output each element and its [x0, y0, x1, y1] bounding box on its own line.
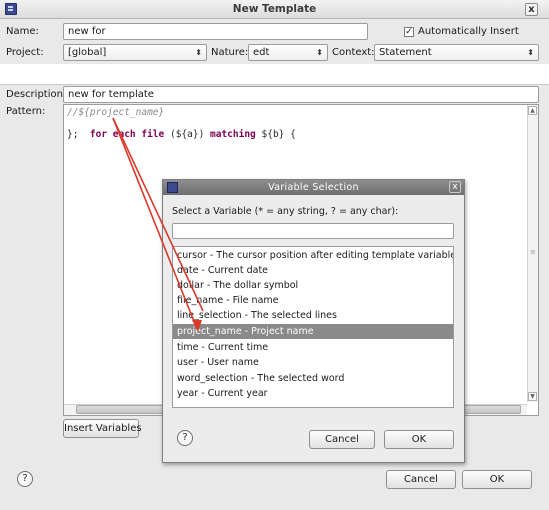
list-item[interactable]: date - Current date [173, 263, 453, 278]
nature-label: Nature: [211, 47, 249, 58]
name-field[interactable]: new for [63, 23, 368, 40]
pattern-matching-keyword: matching [204, 129, 256, 140]
window-title: New Template [232, 3, 317, 15]
pattern-comment-line: //${project_name} [67, 107, 165, 118]
separator-line [0, 84, 549, 85]
pattern-label: Pattern: [6, 106, 46, 117]
cancel-button[interactable]: Cancel [386, 470, 456, 489]
nature-dropdown[interactable]: edt ⬍ [248, 44, 328, 61]
dialog-prompt: Select a Variable (* = any string, ? = a… [172, 206, 399, 217]
project-label: Project: [6, 47, 44, 58]
list-item[interactable]: line_selection - The selected lines [173, 308, 453, 323]
list-item[interactable]: file_name - File name [173, 293, 453, 308]
section-divider [0, 64, 549, 84]
scroll-up-arrow-icon[interactable]: ▲ [528, 106, 537, 115]
help-icon[interactable]: ? [17, 471, 33, 487]
list-item[interactable]: time - Current time [173, 340, 453, 355]
pattern-closing-line: }; [67, 129, 79, 140]
updown-arrow-icon: ⬍ [195, 48, 202, 57]
dialog-title: Variable Selection [268, 182, 359, 193]
description-label: Description: [6, 89, 67, 100]
dialog-ok-button[interactable]: OK [384, 430, 454, 449]
list-item[interactable]: cursor - The cursor position after editi… [173, 248, 453, 263]
variable-filter-input[interactable] [172, 223, 454, 239]
list-item[interactable]: user - User name [173, 355, 453, 370]
updown-arrow-icon: ⬍ [527, 48, 534, 57]
close-window-button[interactable]: x [525, 3, 538, 16]
scroll-grip-icon: ≡ [530, 248, 536, 256]
context-label: Context: [332, 47, 375, 58]
description-field[interactable]: new for template [63, 86, 539, 103]
dialog-help-icon[interactable]: ? [177, 430, 193, 446]
variable-list[interactable]: cursor - The cursor position after editi… [172, 246, 454, 408]
dialog-close-button[interactable]: x [449, 181, 461, 193]
nature-dropdown-value: edt [253, 47, 270, 58]
project-dropdown-value: [global] [68, 47, 107, 58]
context-dropdown-value: Statement [379, 47, 432, 58]
list-item[interactable]: year - Current year [173, 386, 453, 401]
scroll-down-arrow-icon[interactable]: ▼ [528, 392, 537, 401]
auto-insert-label: Automatically Insert [418, 26, 519, 37]
updown-arrow-icon: ⬍ [316, 48, 323, 57]
project-dropdown[interactable]: [global] ⬍ [63, 44, 207, 61]
pattern-variable-a: (${a}) [164, 129, 205, 140]
dialog-cancel-button[interactable]: Cancel [309, 430, 375, 449]
insert-variables-button[interactable]: Insert Variables [63, 419, 142, 438]
ok-button[interactable]: OK [462, 470, 532, 489]
context-dropdown[interactable]: Statement ⬍ [374, 44, 539, 61]
pattern-keyword: for each file [89, 129, 165, 140]
auto-insert-checkbox[interactable]: ✓ [404, 27, 414, 37]
pattern-variable-b: ${b} { [255, 129, 296, 140]
list-item-selected[interactable]: project_name - Project name [173, 324, 453, 339]
list-item[interactable]: word_selection - The selected word [173, 371, 453, 386]
list-item[interactable]: dollar - The dollar symbol [173, 278, 453, 293]
name-label: Name: [6, 26, 39, 37]
pattern-code-line: for each file (${a}) matching ${b} { [67, 118, 296, 151]
